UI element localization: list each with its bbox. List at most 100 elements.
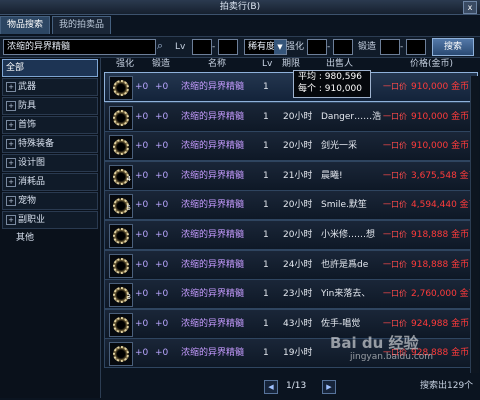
sidebar-item-all[interactable]: 全部 xyxy=(2,59,98,77)
item-slot[interactable] xyxy=(109,76,133,100)
table-row[interactable]: +0 +0 浓缩的异界精髓 1 24小时 也許是爲de 一口价 918,888 金币 xyxy=(104,249,478,280)
table-row[interactable]: +0 +0 浓缩的异界精髓 1 20小时 Danger……浩 一口价 910,000 金币 xyxy=(104,101,478,132)
sidebar-item-subjob[interactable]: + 副职业 xyxy=(2,211,98,229)
lv-max-field[interactable] xyxy=(218,39,238,55)
search-button[interactable]: 搜索 xyxy=(432,38,474,56)
search-icon[interactable]: ⌕ xyxy=(153,39,167,53)
cell-price: 918,888 金币 xyxy=(411,259,470,270)
col-forge[interactable]: 锻造 xyxy=(152,58,170,70)
item-slot[interactable] xyxy=(109,342,133,367)
cell-seller: 剑光一采 xyxy=(321,141,358,152)
sidebar-item-label: 消耗品 xyxy=(18,177,46,187)
table-row[interactable]: 5 +0 +0 浓缩的异界精髓 1 20小时 Smile.默笙 一口价 4,594,440 金币 xyxy=(104,190,478,221)
item-slot[interactable] xyxy=(109,135,133,160)
cell-forge: +0 xyxy=(155,230,169,240)
pagination: ◀ 1/13 ▶ 搜索出129个 xyxy=(100,376,480,398)
cell-buyout-tag: 一口价 xyxy=(383,82,407,91)
rarity-select[interactable]: 稀有度 ▼ xyxy=(244,39,287,55)
tab-my-auctions[interactable]: 我的拍卖品 xyxy=(52,16,112,34)
watermark-url: jingyan.baidu.com xyxy=(350,352,434,362)
forge-min-field[interactable] xyxy=(380,39,400,55)
rarity-select-value: 稀有度 xyxy=(248,42,276,52)
table-row[interactable]: +0 +0 浓缩的异界精髓 1 20小时 小米修……想 一口价 918,888 金币 xyxy=(104,220,478,250)
tab-item-search[interactable]: 物品搜索 xyxy=(0,16,51,34)
col-seller[interactable]: 出售人 xyxy=(326,58,353,70)
search-input[interactable]: 浓缩的异界精髓 xyxy=(3,39,156,55)
cell-lv: 1 xyxy=(263,111,269,122)
table-row[interactable]: 3 +0 +0 浓缩的异界精髓 1 23小时 Yin来落去、 一口价 2,760,000 金币 xyxy=(104,279,478,310)
col-enhance[interactable]: 强化 xyxy=(116,58,134,70)
cell-period: 21小时 xyxy=(283,170,313,181)
window-titlebar: 拍卖行(B) x xyxy=(0,0,480,15)
lv-min-field[interactable] xyxy=(192,39,212,55)
cell-price: 910,000 金币 xyxy=(411,141,470,152)
item-slot[interactable] xyxy=(109,312,133,337)
cell-seller: 也許是爲de xyxy=(321,259,369,270)
col-lv[interactable]: Lv xyxy=(262,58,272,70)
item-slot[interactable]: 4 xyxy=(109,164,133,189)
item-count: 4 xyxy=(126,174,131,183)
cell-seller: Smile.默笙 xyxy=(321,200,367,211)
sidebar-item-consumable[interactable]: + 消耗品 xyxy=(2,173,98,191)
cell-price: 3,675,548 金币 xyxy=(411,170,478,181)
essence-icon xyxy=(113,80,129,96)
expand-icon[interactable]: + xyxy=(6,100,16,111)
cell-period: 20小时 xyxy=(283,111,313,122)
expand-icon[interactable]: + xyxy=(6,157,16,168)
cell-period: 20小时 xyxy=(283,141,313,152)
enhance-label: 强化 xyxy=(286,42,305,52)
table-row[interactable]: +0 +0 浓缩的异界精髓 1 20小时 剑光一采 一口价 910,000 金币 xyxy=(104,131,478,162)
expand-icon[interactable]: + xyxy=(6,214,16,225)
chevron-down-icon[interactable]: ▼ xyxy=(274,40,286,54)
enhance-range-dash: - xyxy=(327,42,331,52)
cell-buyout-tag: 一口价 xyxy=(383,170,407,180)
col-period[interactable]: 期限 xyxy=(282,58,300,70)
item-slot[interactable] xyxy=(109,253,133,278)
expand-icon[interactable]: + xyxy=(6,81,16,92)
expand-icon[interactable]: + xyxy=(6,119,16,130)
item-slot[interactable]: 5 xyxy=(109,194,133,219)
expand-icon[interactable]: + xyxy=(6,138,16,149)
table-row[interactable]: +0 +0 浓缩的异界精髓 1 43小时 佐手-唱觉 一口价 924,988 金币 xyxy=(104,308,478,339)
col-name[interactable]: 名称 xyxy=(208,58,226,70)
category-sidebar: 全部 + 武器 + 防具 + 首饰 + 特殊装备 + 设计图 + 消耗品 + 宠物 + 副职业 … xyxy=(0,58,101,398)
item-slot[interactable]: 3 xyxy=(109,283,133,308)
close-icon[interactable]: x xyxy=(463,1,477,14)
sidebar-item-special[interactable]: + 特殊装备 xyxy=(2,135,98,153)
item-slot[interactable] xyxy=(109,105,133,130)
sidebar-item-pet[interactable]: + 宠物 xyxy=(2,192,98,210)
enhance-min-field[interactable] xyxy=(307,39,327,55)
cell-period: 20小时 xyxy=(283,230,313,240)
sidebar-item-label: 宠物 xyxy=(18,196,37,206)
enhance-max-field[interactable] xyxy=(333,39,353,55)
sidebar-item-jewelry[interactable]: + 首饰 xyxy=(2,116,98,134)
cell-forge: +0 xyxy=(155,289,169,300)
scrollbar[interactable] xyxy=(470,76,479,373)
expand-icon[interactable]: + xyxy=(6,176,16,187)
cell-name: 浓缩的异界精髓 xyxy=(181,289,245,300)
cell-price: 910,000 金币 xyxy=(411,82,470,92)
expand-icon[interactable]: + xyxy=(6,195,16,206)
item-slot[interactable] xyxy=(109,224,133,248)
cell-lv: 1 xyxy=(263,259,269,270)
col-price[interactable]: 价格(金币) xyxy=(410,58,453,70)
cell-forge: +0 xyxy=(155,82,169,92)
forge-max-field[interactable] xyxy=(406,39,426,55)
sidebar-item-armor[interactable]: + 防具 xyxy=(2,97,98,115)
sidebar-item-blueprint[interactable]: + 设计图 xyxy=(2,154,98,172)
sidebar-item-label: 防具 xyxy=(18,101,37,111)
table-row[interactable]: 4 +0 +0 浓缩的异界精髓 1 21小时 晨曦! 一口价 3,675,548 金币 xyxy=(104,160,478,191)
table-row[interactable]: +0 +0 浓缩的异界精髓 1 一口价 910,000 金币 xyxy=(104,72,478,102)
sidebar-item-label: 其他 xyxy=(16,233,35,243)
cell-name: 浓缩的异界精髓 xyxy=(181,230,245,240)
sidebar-item-weapon[interactable]: + 武器 xyxy=(2,78,98,96)
cell-forge: +0 xyxy=(155,111,169,122)
sidebar-item-other[interactable]: 其他 xyxy=(2,230,98,246)
prev-page-icon[interactable]: ◀ xyxy=(264,380,278,394)
tooltip-each: 每个 : 910,000 xyxy=(298,84,362,94)
cell-price: 910,000 金币 xyxy=(411,111,470,122)
cell-enhance: +0 xyxy=(135,111,149,122)
cell-enhance: +0 xyxy=(135,141,149,152)
cell-forge: +0 xyxy=(155,141,169,152)
next-page-icon[interactable]: ▶ xyxy=(322,380,336,394)
